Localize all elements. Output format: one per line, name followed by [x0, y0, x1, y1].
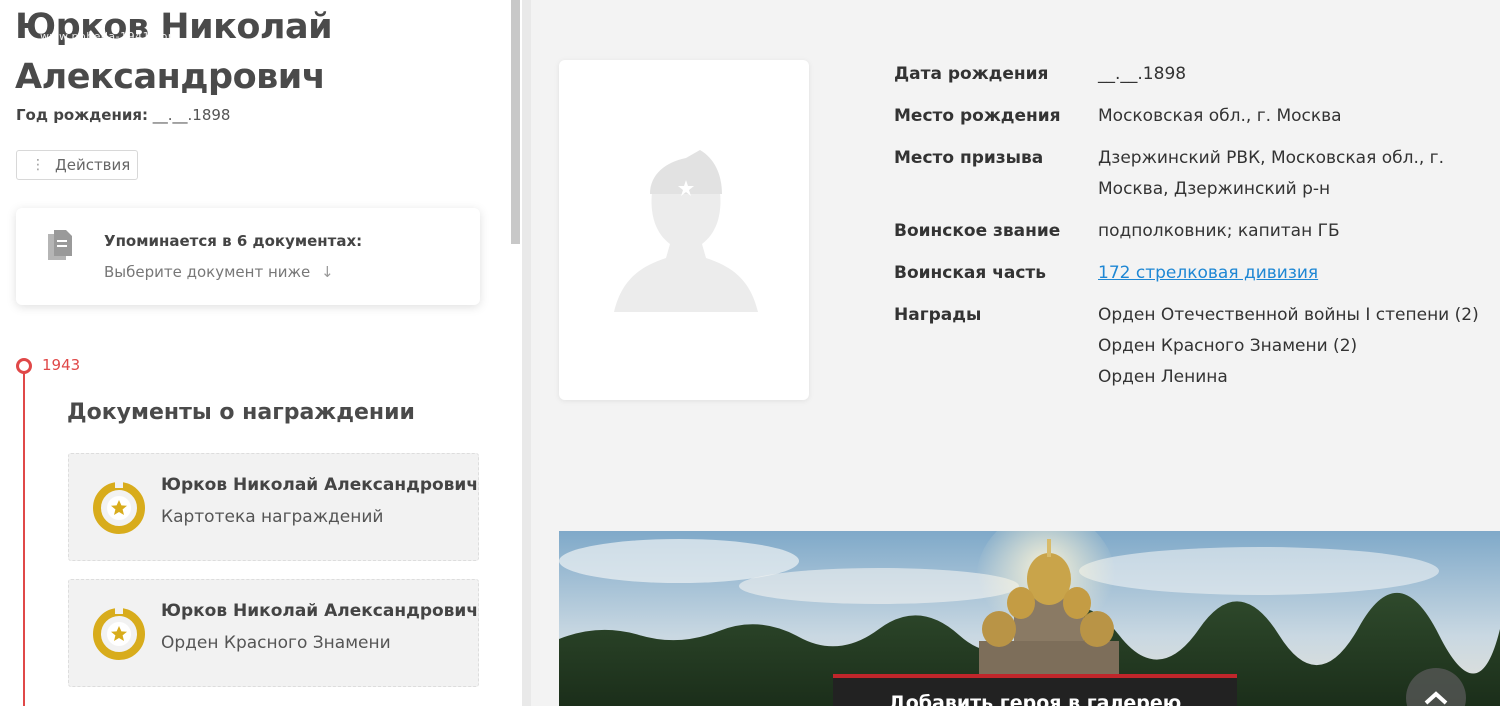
documents-mention-card: Упоминается в 6 документах: Выберите док…	[16, 208, 480, 305]
panel-divider	[522, 0, 531, 706]
documents-hint: Выберите документ ниже ↓	[104, 263, 334, 281]
award-hero-name: Юрков Николай Александрович	[161, 475, 479, 495]
birth-date-value: __.__.1898	[1098, 64, 1187, 84]
rank-value: подполковник; капитан ГБ	[1098, 221, 1340, 241]
draft-place-line2: Москва, Дзержинский р-н	[1098, 179, 1331, 199]
birth-year-value: __.__.1898	[152, 106, 231, 124]
unit-label: Воинская часть	[894, 263, 1047, 283]
hero-photo-card	[559, 60, 809, 400]
hero-name: Юрков Николай Александрович	[15, 2, 333, 102]
documents-count-title: Упоминается в 6 документах:	[104, 232, 363, 250]
sidebar-scrollbar[interactable]	[510, 0, 522, 706]
arrow-down-icon: ↓	[321, 263, 334, 281]
watermark-text: www.pobeda-1941.com	[40, 30, 180, 43]
medal-icon	[93, 608, 145, 660]
awards-list: Орден Отечественной войны I степени (2) …	[1098, 300, 1479, 393]
rank-label: Воинское звание	[894, 221, 1061, 241]
sidebar-scrollbar-thumb[interactable]	[511, 0, 520, 244]
unit-value: 172 стрелковая дивизия	[1098, 258, 1318, 289]
award-document-card[interactable]: Юрков Николай Александрович Картотека на…	[68, 453, 479, 561]
hero-sidebar: Юрков Николай Александрович www.pobeda-1…	[0, 0, 510, 706]
soldier-avatar-icon	[614, 150, 758, 312]
documents-icon	[48, 230, 72, 260]
timeline-year: 1943	[42, 356, 81, 374]
unit-link[interactable]: 172 стрелковая дивизия	[1098, 263, 1318, 283]
actions-button[interactable]: ⋮ Действия	[16, 150, 138, 180]
draft-place-value: Дзержинский РВК, Московская обл., г. Мос…	[1098, 143, 1444, 205]
chevron-up-icon	[1424, 691, 1448, 705]
medal-icon	[93, 482, 145, 534]
documents-hint-text: Выберите документ ниже	[104, 263, 311, 281]
birth-date-label: Дата рождения	[894, 64, 1049, 84]
award-item: Орден Отечественной войны I степени (2)	[1098, 305, 1479, 325]
timeline-dot-icon	[16, 358, 32, 374]
award-document-card[interactable]: Юрков Николай Александрович Орден Красно…	[68, 579, 479, 687]
kebab-menu-icon: ⋮	[31, 157, 45, 173]
award-item: Орден Красного Знамени (2)	[1098, 336, 1358, 356]
birth-year-label: Год рождения:	[16, 106, 148, 124]
draft-place-line1: Дзержинский РВК, Московская обл., г.	[1098, 148, 1445, 168]
add-to-gallery-button[interactable]: Добавить героя в галерею	[833, 674, 1237, 706]
birth-year-line: Год рождения: __.__.1898	[16, 106, 230, 124]
award-document-type: Орден Красного Знамени	[161, 633, 391, 653]
hero-name-line2: Александрович	[15, 57, 326, 97]
actions-label: Действия	[55, 156, 131, 174]
awards-section-title: Документы о награждении	[67, 400, 415, 425]
award-hero-name: Юрков Николай Александрович	[161, 601, 479, 621]
draft-place-label: Место призыва	[894, 148, 1044, 168]
birth-place-label: Место рождения	[894, 106, 1061, 126]
timeline-line	[23, 366, 25, 706]
birth-place-value: Московская обл., г. Москва	[1098, 106, 1342, 126]
award-document-type: Картотека награждений	[161, 507, 384, 527]
awards-label: Награды	[894, 305, 982, 325]
gallery-banner: Добавить героя в галерею	[559, 531, 1500, 706]
award-item: Орден Ленина	[1098, 367, 1228, 387]
